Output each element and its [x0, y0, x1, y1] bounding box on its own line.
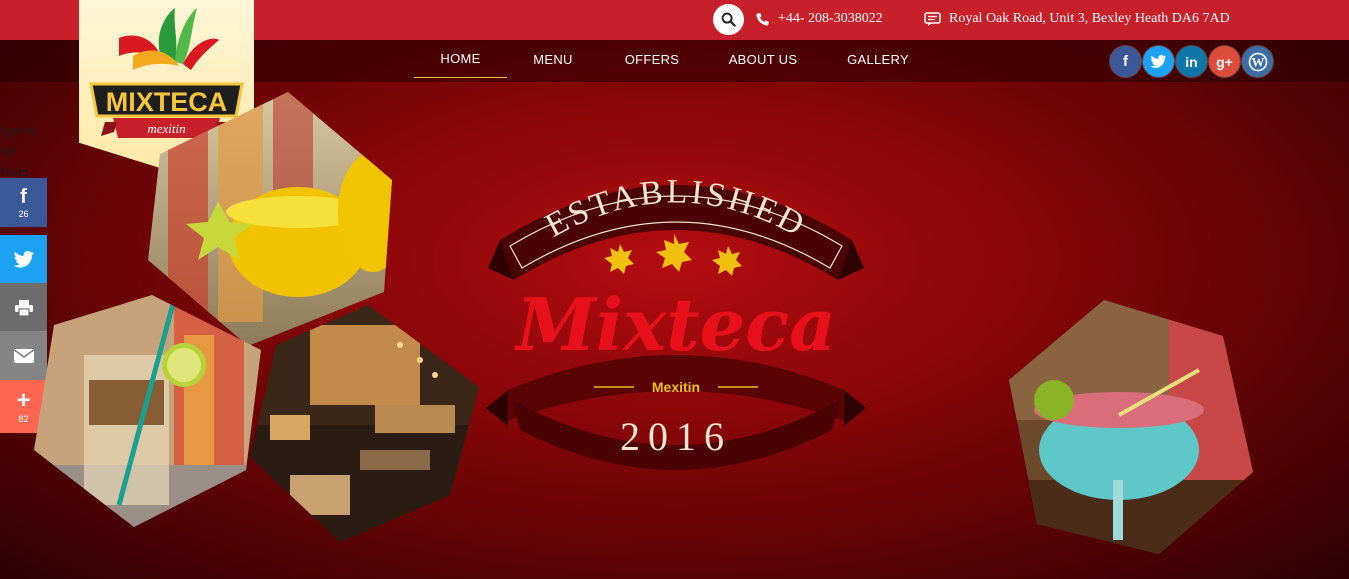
email-icon [13, 348, 34, 363]
phone-contact[interactable]: +44- 208-3038022 [755, 11, 883, 27]
search-icon [721, 12, 736, 27]
blue-margarita-photo [1009, 300, 1253, 554]
svg-text:W: W [1251, 54, 1264, 69]
googleplus-icon[interactable]: g+ [1209, 46, 1240, 77]
facebook-icon[interactable]: f [1110, 46, 1141, 77]
search-button[interactable] [713, 4, 744, 35]
nav-home[interactable]: HOME [414, 40, 507, 78]
wordpress-icon[interactable]: W [1242, 46, 1273, 77]
share-sidebar-label: Spread the Word [0, 122, 37, 179]
nav-offers[interactable]: OFFERS [614, 40, 690, 78]
chat-icon [924, 11, 941, 26]
address-text: Royal Oak Road, Unit 3, Bexley Heath DA6… [949, 11, 1230, 26]
emblem-subtitle: Mexitin [652, 379, 700, 395]
plus-icon: + [16, 386, 31, 414]
established-emblem: ESTABLISHED Mixteca Mexitin 2016 [486, 173, 866, 470]
nav-gallery[interactable]: GALLERY [838, 40, 918, 78]
cocktail-photo [34, 295, 261, 527]
facebook-icon: f [20, 185, 27, 208]
twitter-icon [13, 250, 34, 268]
share-twitter-button[interactable] [0, 235, 47, 284]
linkedin-icon[interactable]: in [1176, 46, 1207, 77]
nav-about-us[interactable]: ABOUT US [719, 40, 807, 78]
total-share-count: 82 [18, 413, 29, 424]
twitter-icon[interactable] [1143, 46, 1174, 77]
address-contact[interactable]: Royal Oak Road, Unit 3, Bexley Heath DA6… [924, 11, 1230, 27]
emblem-script-name: Mixteca [513, 282, 836, 367]
restaurant-interior-photo [250, 305, 479, 542]
nav-menu[interactable]: MENU [520, 40, 586, 78]
print-icon [14, 299, 33, 317]
phone-number: +44- 208-3038022 [778, 11, 883, 26]
phone-icon [756, 12, 769, 26]
decorative-stars [604, 234, 742, 276]
share-facebook-button[interactable]: f 26 [0, 178, 47, 227]
emblem-year: 2016 [620, 414, 732, 459]
facebook-share-count: 26 [18, 208, 29, 219]
